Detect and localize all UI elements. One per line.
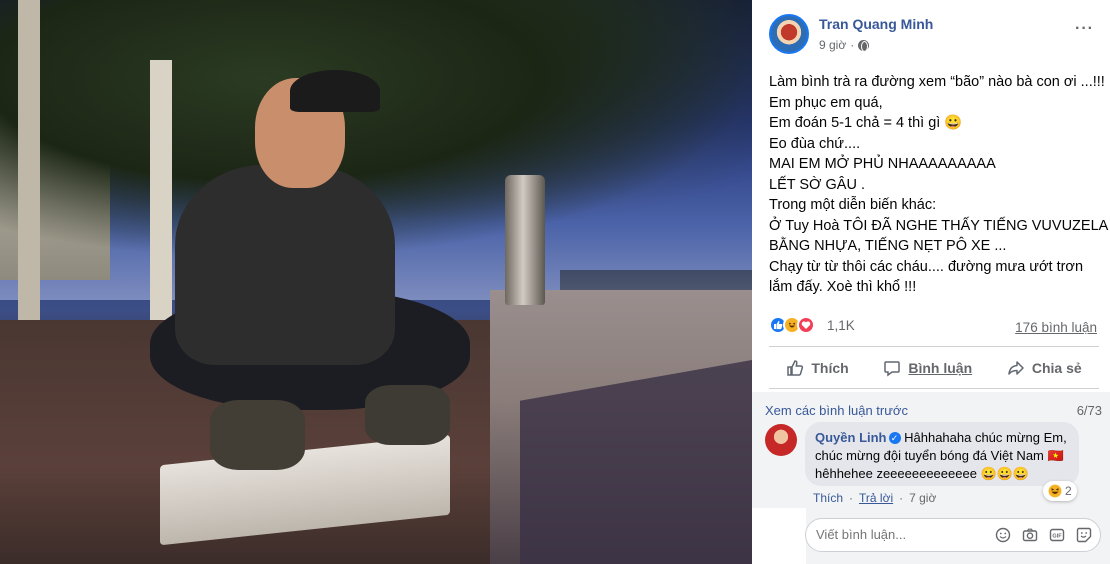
commenter-avatar[interactable] (765, 424, 797, 456)
comment-pagination: 6/73 (1076, 403, 1102, 418)
photo-shoe-right (365, 385, 450, 445)
post-meta: 9 giờ · (819, 38, 870, 52)
divider (769, 388, 1099, 389)
write-comment-box[interactable]: GIF (805, 518, 1101, 552)
photo-person-cap (290, 70, 380, 112)
post-text-line: Ở Tuy Hoà TÔI ĐÃ NGHE THẤY TIẾNG VUVUZEL… (769, 217, 1109, 234)
more-options-icon[interactable]: ··· (1075, 20, 1094, 38)
post-text-line: Eo đùa chứ.... (769, 135, 861, 152)
share-button[interactable]: Chia sẻ (1007, 359, 1082, 377)
comment-reply-button[interactable]: Trả lời (859, 491, 893, 505)
globe-icon[interactable] (858, 39, 870, 52)
gif-icon[interactable]: GIF (1048, 527, 1065, 544)
photo-person-body (175, 165, 395, 365)
like-button[interactable]: Thích (786, 359, 849, 377)
post-header: Tran Quang Minh 9 giờ · ··· (769, 14, 1099, 58)
post-text-line: LẾT SỜ GÂU . (769, 176, 865, 193)
photo-pole (18, 0, 40, 325)
comment-label: Bình luận (908, 360, 973, 376)
comment-icon (883, 359, 901, 377)
author-name[interactable]: Tran Quang Minh (819, 16, 933, 32)
svg-text:GIF: GIF (1052, 534, 1062, 540)
write-comment-input[interactable] (816, 527, 966, 542)
comment-like-button[interactable]: Thích (813, 491, 843, 505)
comment-count[interactable]: 176 bình luận (1015, 320, 1097, 335)
reaction-count[interactable]: 1,1K (827, 318, 855, 333)
view-previous-comments-link[interactable]: Xem các bình luận trước (765, 403, 908, 418)
commenter-name[interactable]: Quyền Linh (815, 430, 887, 445)
love-reaction-icon (797, 316, 815, 334)
post-text-line: MAI EM MỞ PHỦ NHAAAAAAAAA (769, 156, 996, 172)
post-text-line: Em đoán 5-1 chả = 4 thì gì 😀 (769, 115, 963, 131)
post-actions: Thích Bình luận Chia sẻ (769, 352, 1099, 384)
camera-icon[interactable] (1021, 527, 1038, 544)
verified-icon: ✓ (888, 431, 901, 444)
post-text-line: Chạy từ từ thôi các cháu.... đường mưa ư… (769, 258, 1084, 275)
comment-reaction-count: 2 (1065, 484, 1072, 498)
sticker-icon[interactable] (1075, 527, 1092, 544)
reaction-icons[interactable] (769, 316, 815, 334)
reactions-bar: 1,1K 176 bình luận (769, 314, 1099, 338)
photo-palm-trunk (150, 60, 172, 320)
post-photo[interactable] (0, 0, 752, 564)
comment-button[interactable]: Bình luận (883, 359, 972, 377)
post-text-line: Trong một diễn biến khác: (769, 197, 937, 213)
haha-reaction-icon (1048, 484, 1062, 498)
divider (769, 346, 1099, 347)
post-text-line: Em phục em quá, (769, 94, 883, 111)
facebook-photo-viewer: Tran Quang Minh 9 giờ · ··· Làm bình trà… (0, 0, 1110, 564)
emoji-icon[interactable] (994, 527, 1011, 544)
share-icon (1007, 359, 1025, 377)
share-label: Chia sẻ (1031, 360, 1082, 376)
post-text-line: BẰNG NHỰA, TIẾNG NẸT PÔ XE ... (769, 238, 1007, 254)
post-text-line: Làm bình trà ra đường xem “bão” nào bà c… (769, 74, 1105, 90)
author-avatar[interactable] (769, 14, 809, 54)
post-text-line: lắm đấy. Xoè thì khổ !!! (769, 279, 917, 295)
current-user-avatar-area (752, 508, 806, 564)
photo-thermos (505, 175, 545, 305)
comment-input-icons: GIF (994, 527, 1092, 544)
comment-bubble: Quyền Linh ✓ Hâhhahaha chúc mừng Em, chúc… (805, 422, 1079, 486)
post-time[interactable]: 9 giờ (819, 38, 846, 52)
comment-time[interactable]: 7 giờ (909, 491, 936, 505)
comment-reaction-badge[interactable]: 2 (1043, 481, 1077, 501)
thumbs-up-icon (786, 359, 804, 377)
comment-actions: Thích · Trả lời · 7 giờ (813, 491, 937, 505)
like-label: Thích (811, 360, 849, 376)
photo-shoe-left (210, 400, 305, 470)
post-text: Làm bình trà ra đường xem “bão” nào bà c… (769, 72, 1109, 298)
